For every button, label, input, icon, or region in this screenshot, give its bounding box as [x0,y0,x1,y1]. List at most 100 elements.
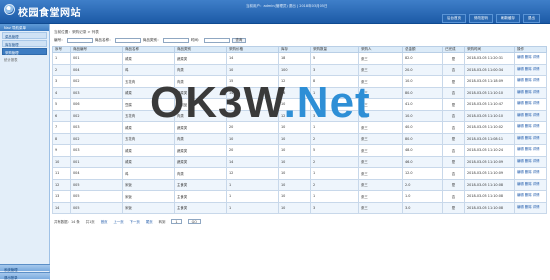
nav-logout-button[interactable]: 退出 [523,14,540,23]
table-cell: 82.0 [402,52,443,65]
watermark-right: .Net [283,78,371,127]
sidebar-item-system[interactable]: 系统管理 [0,264,50,272]
row-actions-links[interactable]: 编辑 删除 详情 [514,144,547,157]
table-cell: 46.0 [402,155,443,168]
table-cell: 主食类 [174,201,227,214]
table-cell: 五花肉 [122,132,175,145]
table-cell: 7 [52,121,71,134]
table-cell: 5 [310,144,359,157]
table-cell: 2018-03-05 11:10:02 [464,121,515,134]
table-cell: 1 [310,190,359,203]
sidebar-item-reports[interactable]: 统计报表 [2,56,47,63]
table-cell: 13 [52,190,71,203]
table-cell: 2.0 [402,178,443,191]
nav-password-button[interactable]: 修改密码 [469,14,493,23]
search-category-input[interactable] [162,38,189,43]
site-logo-icon [4,4,15,15]
search-button[interactable]: 查询 [231,38,247,43]
table-cell: 1.0 [402,190,443,203]
row-actions-links[interactable]: 编辑 删除 详情 [514,109,547,122]
table-cell: 003 [70,86,123,99]
user-info: 当前用户：admin(管理员) 退出 | 2018年03月05日 [246,4,328,8]
row-actions-links[interactable]: 编辑 删除 详情 [514,121,547,134]
table-cell: 2018-03-05 11:00:34 [464,63,515,76]
table-cell: 14 [52,201,71,214]
table-cell: 张三 [358,63,403,76]
table-cell: 主食类 [174,178,227,191]
table-cell: 2018-03-05 11:18:09 [464,75,515,88]
table-cell: 12 [52,178,71,191]
row-actions-links[interactable]: 编辑 删除 详情 [514,167,547,180]
table-cell: 咸菜 [122,144,175,157]
table-cell: 005 [70,201,123,214]
table-cell: 14 [226,155,279,168]
pager-next-link[interactable]: 下一页 [130,219,140,224]
main-content: 当前位置：采购记录 > 列表 编号： 商品名称： 商品类别： 时间： 查询 序号… [52,26,548,276]
table-cell: 003 [70,144,123,157]
sidebar-item-stock[interactable]: 库存管理 [2,40,47,47]
row-actions-links[interactable]: 编辑 删除 详情 [514,63,547,76]
table-cell: 米饭 [122,201,175,214]
table-cell: 否 [442,144,465,157]
search-category-label: 商品类别： [142,38,161,42]
search-id-label: 编号： [54,38,65,42]
row-actions-links[interactable]: 编辑 删除 详情 [514,190,547,203]
table-cell: 张三 [358,201,403,214]
table-cell: 2018-03-05 11:10:09 [464,167,515,180]
table-cell: 咸菜 [122,52,175,65]
search-name-input[interactable] [114,38,141,43]
row-actions-links[interactable]: 编辑 删除 详情 [514,155,547,168]
table-cell: 2018-03-05 11:20:31 [464,52,515,65]
table-cell: 张三 [358,155,403,168]
table-cell: 米饭 [122,178,175,191]
pager-first-link[interactable]: 首页 [101,219,108,224]
watermark-logo: OK3W.Net [150,78,371,128]
search-name-label: 商品名称： [94,38,113,42]
table-cell: 2018-03-05 11:10:10 [464,86,515,99]
pager-go-button[interactable]: GO [187,219,201,224]
table-cell: 是 [442,201,465,214]
table-cell: 6 [52,109,71,122]
table-cell: 41.0 [402,98,443,111]
search-bar: 编号： 商品名称： 商品类别： 时间： 查询 [54,37,548,44]
table-cell: 张三 [358,190,403,203]
table-cell: 003 [70,121,123,134]
table-row: 12 005 米饭 主食类 1 10 2 张三 2.0 是 2018-03-05 11:10:08 编… [52,178,547,191]
sidebar-item-purchase[interactable]: 采购管理 [2,48,47,55]
table-cell: 2018-03-05 11:10:08 [464,178,515,191]
row-actions-links[interactable]: 编辑 删除 详情 [514,98,547,111]
row-actions-links[interactable]: 编辑 删除 详情 [514,132,547,145]
nav-home-button[interactable]: 后台首页 [442,14,466,23]
table-cell: 10 [226,63,279,76]
table-cell: 米饭 [122,190,175,203]
table-cell: 是 [442,178,465,191]
row-actions-links[interactable]: 编辑 删除 详情 [514,52,547,65]
search-time-input[interactable] [203,38,230,43]
row-actions-links[interactable]: 编辑 删除 详情 [514,178,547,191]
table-cell: 否 [442,121,465,134]
search-id-input[interactable] [66,38,93,43]
sidebar-item-dishes[interactable]: 菜品管理 [2,32,47,39]
table-cell: 18 [278,52,311,65]
row-actions-links[interactable]: 编辑 删除 详情 [514,75,547,88]
table-cell: 1 [226,201,279,214]
table-cell: 005 [70,190,123,203]
table-cell: 80.0 [402,86,443,99]
pager-page-select[interactable]: 1 [171,219,182,224]
table-cell: 80.0 [402,132,443,145]
table-row: 8 002 五花肉 肉类 10 10 2 张三 80.0 是 2018-03-05 11:08:11… [52,132,547,145]
pager-prev-link[interactable]: 上一页 [113,219,123,224]
pager: 共有数据：14 条 共1页 首页 上一页 下一页 尾页 转到 1 GO [54,219,548,224]
row-actions-links[interactable]: 编辑 删除 详情 [514,86,547,99]
table-cell: 否 [442,63,465,76]
purchase-table: 序号 商品编号 商品名称 商品类别 采购价格 库存 采购数量 采购人 总金额 已完成 采购时间 操作 … [52,46,547,214]
pager-last-link[interactable]: 尾页 [146,219,153,224]
nav-refresh-button[interactable]: 刷新缓存 [496,14,520,23]
table-cell: 否 [442,86,465,99]
sidebar-item-exit[interactable]: 退出登录 [0,272,50,280]
table-cell: 2018-03-05 11:10:47 [464,98,515,111]
row-actions-links[interactable]: 编辑 删除 详情 [514,201,547,214]
table-row: 13 005 米饭 主食类 1 10 1 张三 1.0 否 2018-03-05 11:10:08 编… [52,190,547,203]
table-cell: 10.0 [402,75,443,88]
table-cell: 1 [226,190,279,203]
